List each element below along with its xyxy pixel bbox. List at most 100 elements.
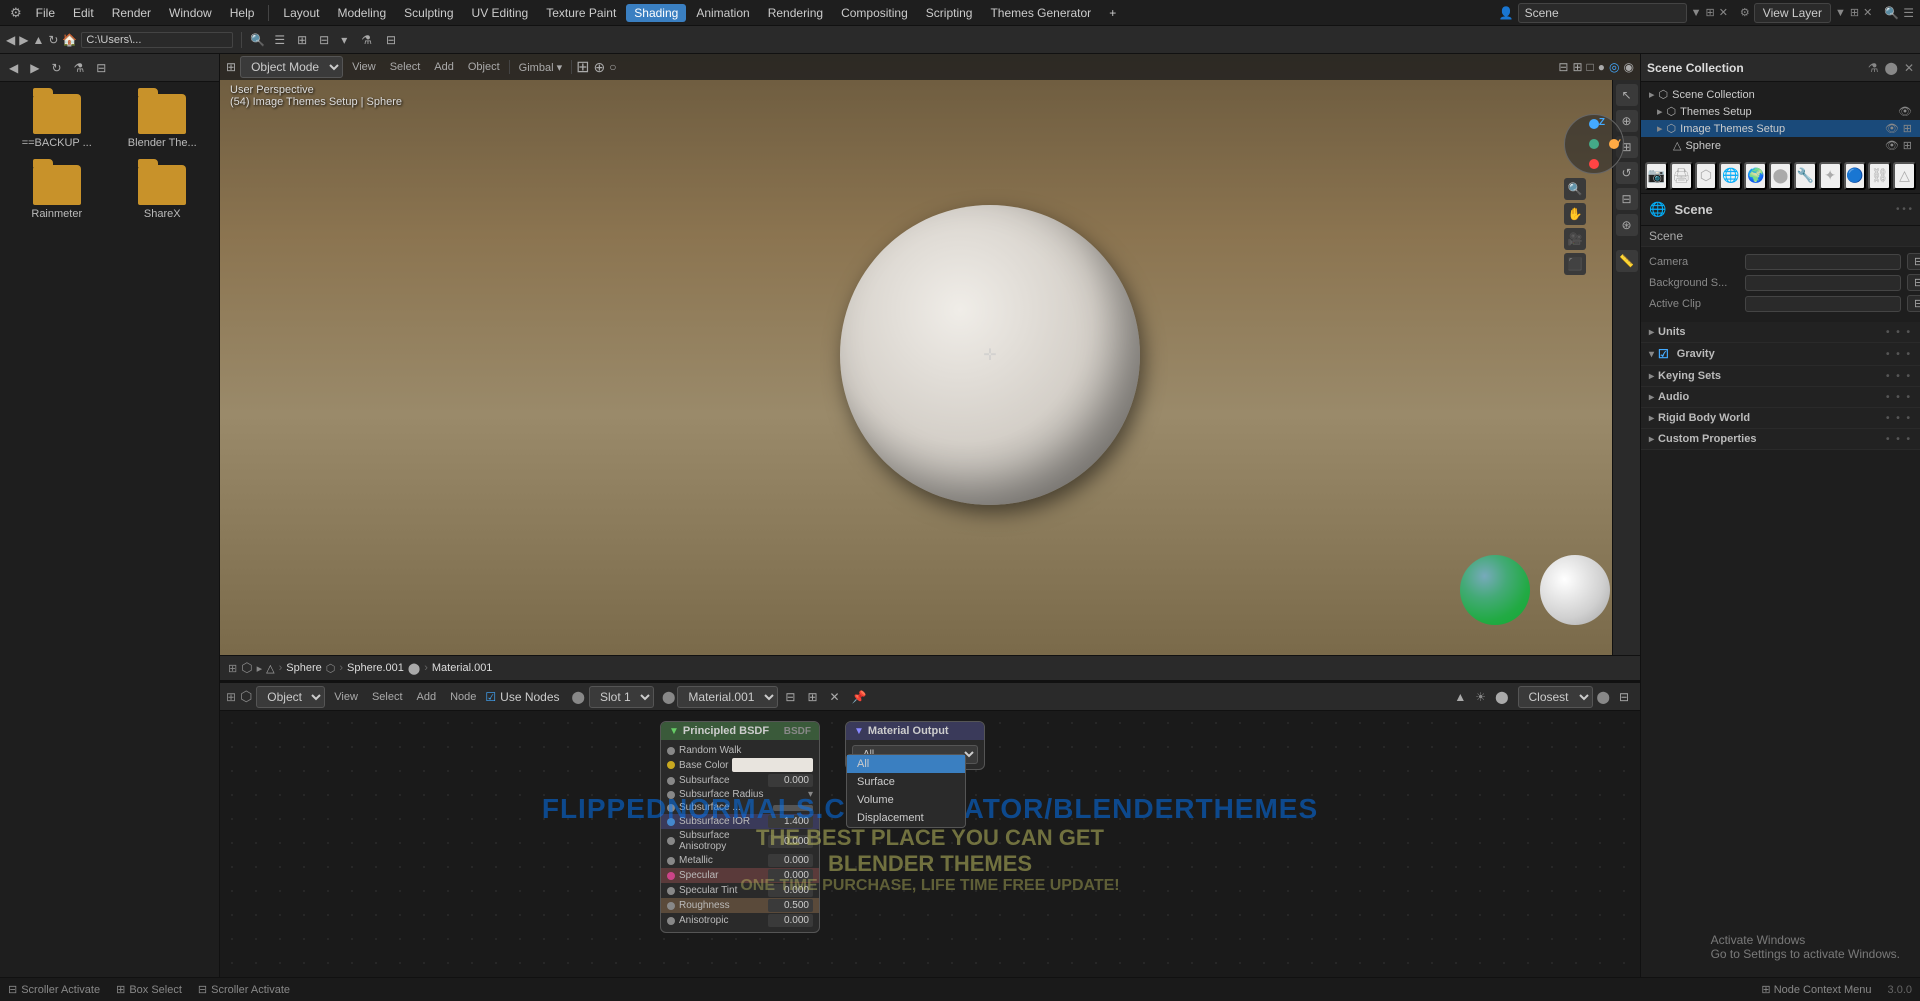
value-specular-tint[interactable] — [768, 884, 813, 897]
prop-camera-input[interactable] — [1745, 254, 1901, 270]
search-icon-2[interactable]: 🔍 — [250, 33, 265, 47]
workspace-themes-generator[interactable]: Themes Generator — [982, 4, 1099, 22]
workspace-layout[interactable]: Layout — [275, 4, 327, 22]
folder-sharex[interactable]: ShareX — [114, 161, 212, 224]
filter-btn[interactable]: ⚗ — [356, 31, 377, 49]
prop-world-icon[interactable]: 🌍 — [1744, 162, 1767, 190]
scene-close-icon[interactable]: ✕ — [1719, 6, 1728, 19]
prop-section-units-header[interactable]: ▸ Units • • • — [1641, 322, 1920, 342]
vp-transform-icon[interactable]: ⊞ — [576, 57, 589, 77]
ne-select-btn[interactable]: Select — [367, 690, 408, 704]
tree-eye-2[interactable]: 👁 — [1885, 122, 1899, 135]
tree-item-scene-collection[interactable]: ▸ ⬡ Scene Collection — [1641, 86, 1920, 103]
list-view-btn[interactable]: ☰ — [269, 31, 290, 49]
search-icon[interactable]: 🔍 — [1884, 6, 1899, 20]
workspace-uv-editing[interactable]: UV Editing — [464, 4, 537, 22]
workspace-sculpting[interactable]: Sculpting — [396, 4, 461, 22]
vp-select-btn[interactable]: Select — [385, 60, 426, 74]
prop-section-rigid-body-header[interactable]: ▸ Rigid Body World • • • — [1641, 408, 1920, 428]
node-row-ior[interactable]: Subsurface IOR — [661, 814, 819, 829]
left-panel-sort[interactable]: ⊟ — [91, 59, 111, 77]
vp-snap-icon[interactable]: ⊕ — [594, 59, 606, 76]
vp-gimbal-btn[interactable]: Gimbal ▾ — [514, 60, 567, 75]
ne-add-btn[interactable]: Add — [412, 690, 442, 704]
prop-bg-input[interactable] — [1745, 275, 1901, 291]
view-layer-expand-icon[interactable]: ▼ — [1835, 7, 1846, 19]
node-row-subsurface[interactable]: Subsurface — [661, 773, 819, 788]
workspace-shading[interactable]: Shading — [626, 4, 686, 22]
workspace-modeling[interactable]: Modeling — [329, 4, 394, 22]
prop-physics-icon[interactable]: 🔵 — [1844, 162, 1867, 190]
scene-expand-icon[interactable]: ▼ — [1691, 7, 1702, 19]
prop-bg-eyedrop[interactable]: ⊟ — [1907, 274, 1920, 291]
thumb-view-btn[interactable]: ⊟ — [314, 31, 334, 49]
workspace-texture-paint[interactable]: Texture Paint — [538, 4, 624, 22]
menu-help[interactable]: Help — [222, 4, 263, 22]
dropdown-all[interactable]: All — [847, 755, 965, 773]
value-metallic[interactable] — [768, 854, 813, 867]
tree-item-image-themes[interactable]: ▸ ⬡ Image Themes Setup 👁 ⊞ — [1641, 120, 1920, 137]
vp-view-btn[interactable]: View — [347, 60, 381, 74]
node-canvas[interactable]: ▼ Principled BSDF BSDF Random Walk Base … — [220, 711, 1640, 977]
subsurface-aniso-slider[interactable] — [773, 805, 813, 811]
workspace-animation[interactable]: Animation — [688, 4, 757, 22]
tree-item-sphere[interactable]: △ Sphere 👁 ⊞ — [1641, 137, 1920, 154]
path-input[interactable] — [81, 32, 233, 48]
material-output-node[interactable]: ▼ Material Output All Surface Volume Dis… — [845, 721, 985, 770]
filter-icon[interactable]: ☰ — [1903, 6, 1914, 20]
value-sub-anisotropy[interactable] — [768, 835, 813, 848]
subsurface-radius-arrow[interactable]: ▾ — [808, 789, 813, 800]
node-row-specular-tint[interactable]: Specular Tint — [661, 883, 819, 898]
nav-back-icon[interactable]: ◀ — [6, 33, 15, 47]
vp-shading-render[interactable]: ◉ — [1624, 60, 1634, 74]
ne-object-type[interactable]: Object — [256, 686, 325, 708]
grid-view-btn[interactable]: ⊞ — [292, 31, 312, 49]
ne-mat-browse-btn[interactable]: ⊟ — [780, 688, 800, 706]
tree-eye-3[interactable]: 👁 — [1885, 139, 1899, 152]
ne-view-toggle[interactable]: ⊟ — [1614, 688, 1634, 706]
menu-file[interactable]: File — [28, 4, 63, 22]
vp-add-btn[interactable]: Add — [429, 60, 459, 74]
vp-corner-icon[interactable]: ⊞ — [226, 60, 236, 74]
blender-logo[interactable]: ⚙ — [6, 3, 26, 23]
vp-gizmo-toggle[interactable]: ⊞ — [1572, 60, 1582, 74]
prop-section-custom-props-header[interactable]: ▸ Custom Properties • • • — [1641, 429, 1920, 449]
vp-zoom-btn[interactable]: 🔍 — [1564, 178, 1586, 200]
vp-camera-btn[interactable]: 🎥 — [1564, 228, 1586, 250]
view-options-btn[interactable]: ▾ — [336, 31, 352, 49]
ne-closest-select[interactable]: Closest — [1518, 686, 1593, 708]
vp-shading-solid[interactable]: ● — [1598, 60, 1605, 74]
node-row-subsurface-aniso[interactable]: Subsurface ... — [661, 801, 819, 814]
prop-modifier-icon[interactable]: 🔧 — [1794, 162, 1817, 190]
folder-backup[interactable]: ==BACKUP ... — [8, 90, 106, 153]
vp-mode-select[interactable]: Object Mode — [240, 56, 343, 78]
dropdown-volume[interactable]: Volume — [847, 791, 965, 809]
sort-btn[interactable]: ⊟ — [381, 31, 401, 49]
ne-mat-close-btn[interactable]: ✕ — [825, 688, 845, 706]
left-panel-filter[interactable]: ⚗ — [69, 59, 90, 77]
view-layer-options-icon[interactable]: ⊞ — [1850, 6, 1859, 19]
value-subsurface[interactable] — [768, 774, 813, 787]
vp-render-btn[interactable]: ⬛ — [1564, 253, 1586, 275]
nav-home-icon[interactable]: 🏠 — [62, 33, 77, 47]
node-row-subsurface-radius[interactable]: Subsurface Radius ▾ — [661, 788, 819, 801]
vp-shading-wire[interactable]: □ — [1587, 60, 1594, 74]
value-roughness[interactable] — [768, 899, 813, 912]
settings-icon[interactable]: ⚙ — [1740, 6, 1750, 19]
rp-view-icon[interactable]: ⬤ — [1885, 61, 1898, 75]
view-layer-close-icon[interactable]: ✕ — [1863, 6, 1872, 19]
prop-section-audio-header[interactable]: ▸ Audio • • • — [1641, 387, 1920, 407]
prop-view-layer-icon[interactable]: ⬡ — [1695, 162, 1718, 190]
prop-render-icon[interactable]: 📷 — [1645, 162, 1668, 190]
vp-pan-btn[interactable]: ✋ — [1564, 203, 1586, 225]
ne-slot-select[interactable]: Slot 1 — [589, 686, 654, 708]
node-row-basecolor[interactable]: Base Color — [661, 757, 819, 773]
prop-camera-eyedrop[interactable]: ⊟ — [1907, 253, 1920, 270]
principled-collapse-icon[interactable]: ▼ — [669, 726, 679, 737]
ne-pin-btn[interactable]: ▲ — [1449, 688, 1471, 706]
ne-mat-copy-btn[interactable]: ⊞ — [802, 688, 822, 706]
ne-use-nodes-check[interactable]: ☑ — [485, 690, 496, 704]
left-panel-back[interactable]: ◀ — [4, 59, 23, 77]
prop-activeclip-btn[interactable]: ⊟ — [1907, 295, 1920, 312]
scene-selector[interactable] — [1518, 3, 1687, 23]
